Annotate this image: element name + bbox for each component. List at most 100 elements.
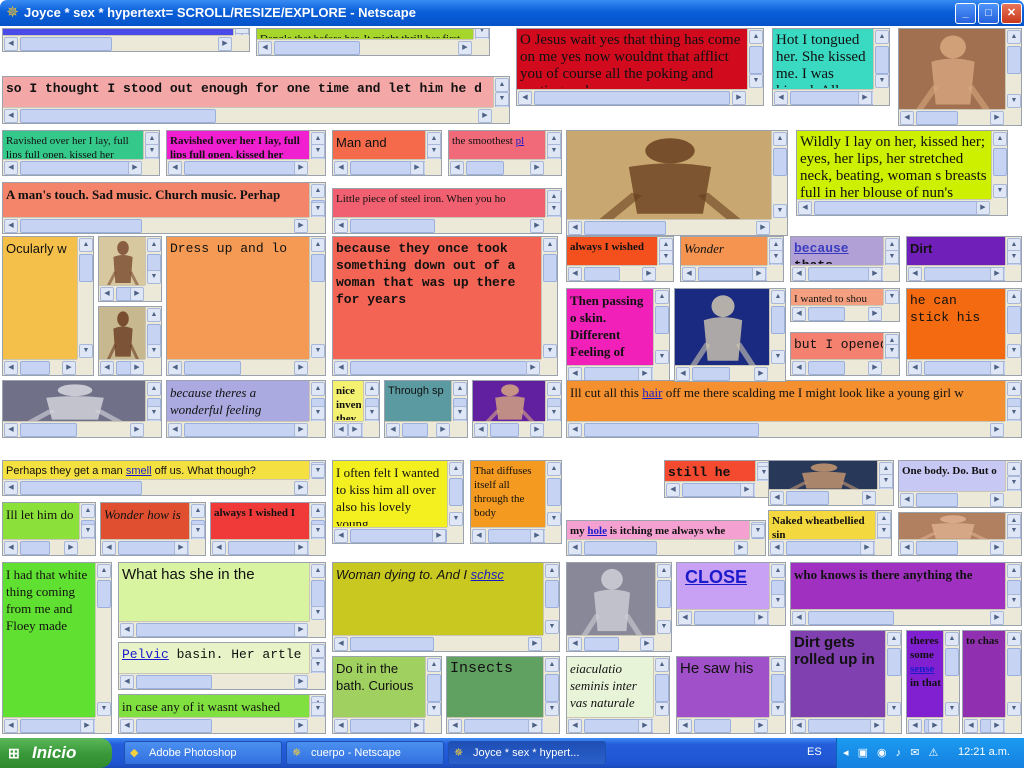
- frame-then-passing[interactable]: Then passing o skin. Different Feeling o…: [566, 288, 670, 382]
- scroll-right-arrow-icon[interactable]: ▶: [526, 361, 540, 375]
- vertical-scrollbar[interactable]: ▲▼: [309, 131, 325, 175]
- scroll-down-arrow-icon[interactable]: ▼: [147, 344, 161, 358]
- scroll-up-arrow-icon[interactable]: ▲: [449, 462, 463, 476]
- scroll-up-arrow-icon[interactable]: ▲: [887, 632, 901, 646]
- frame-steel-iron[interactable]: Little piece of steel iron. When you ho ▲…: [332, 188, 562, 234]
- horizontal-scrollbar[interactable]: ◀ ▶: [791, 305, 883, 321]
- scroll-down-arrow-icon[interactable]: ▼: [365, 406, 379, 420]
- scroll-left-arrow-icon[interactable]: ◀: [212, 541, 226, 555]
- scroll-down-arrow-icon[interactable]: ▼: [657, 620, 671, 634]
- scroll-left-arrow-icon[interactable]: ◀: [168, 161, 182, 175]
- horizontal-scrollbar[interactable]: ◀ ▶: [907, 359, 1008, 375]
- vertical-scrollbar[interactable]: ▲▼: [545, 189, 561, 233]
- scroll-left-arrow-icon[interactable]: ◀: [900, 493, 914, 507]
- scroll-down-arrow-icon[interactable]: ▼: [235, 29, 249, 34]
- scroll-thumb[interactable]: [545, 674, 559, 702]
- scroll-right-arrow-icon[interactable]: ▶: [80, 719, 94, 733]
- scroll-right-arrow-icon[interactable]: ▶: [638, 367, 652, 381]
- horizontal-scrollbar[interactable]: ◀ ▶: [101, 539, 193, 555]
- scroll-right-arrow-icon[interactable]: ▶: [294, 219, 308, 233]
- frame-ill-let-him[interactable]: Ill let him do ▲ ▼ ◀ ▶: [2, 502, 96, 556]
- scroll-left-arrow-icon[interactable]: ◀: [334, 219, 348, 233]
- frame-hair-off[interactable]: Ill cut all this hair off me there scald…: [566, 380, 1022, 438]
- vertical-scrollbar[interactable]: ▲▼: [943, 631, 959, 717]
- horizontal-scrollbar[interactable]: ◀ ▶: [677, 609, 773, 625]
- vertical-scrollbar[interactable]: ▲▼: [877, 461, 893, 505]
- horizontal-scrollbar[interactable]: ◀ ▶: [907, 717, 955, 733]
- frame-grey-torso[interactable]: ▲ ▼ ◀ ▶: [566, 562, 672, 652]
- scroll-right-arrow-icon[interactable]: ▶: [294, 623, 308, 637]
- scroll-down-arrow-icon[interactable]: ▼: [771, 702, 785, 716]
- scroll-right-arrow-icon[interactable]: ▶: [294, 423, 308, 437]
- vertical-scrollbar[interactable]: ▲▼: [189, 503, 205, 548]
- horizontal-scrollbar[interactable]: ◀ ▶: [449, 159, 545, 175]
- scroll-down-arrow-icon[interactable]: ▼: [749, 74, 763, 88]
- vertical-scrollbar[interactable]: ▲▼: [1005, 513, 1021, 555]
- vertical-scrollbar[interactable]: ▲▼: [309, 237, 325, 359]
- scroll-down-arrow-icon[interactable]: ▼: [97, 702, 111, 716]
- scroll-up-arrow-icon[interactable]: ▲: [1007, 290, 1021, 304]
- scroll-right-arrow-icon[interactable]: ▶: [870, 719, 884, 733]
- scroll-down-arrow-icon[interactable]: ▼: [311, 344, 325, 358]
- vertical-scrollbar[interactable]: ▲▼: [655, 563, 671, 635]
- horizontal-scrollbar[interactable]: ◀ ▶: [167, 159, 309, 175]
- scroll-thumb[interactable]: [490, 423, 519, 437]
- scroll-right-arrow-icon[interactable]: ▶: [976, 201, 990, 215]
- frame-my-hole[interactable]: my hole is itching me always whe▲▼◀▶: [566, 520, 766, 556]
- scroll-left-arrow-icon[interactable]: ◀: [4, 423, 18, 437]
- tray-icons[interactable]: ◂ ▣ ◉ ♪ ✉ ⚠: [843, 746, 941, 759]
- vertical-scrollbar[interactable]: ▲▼: [145, 307, 161, 359]
- scroll-thumb[interactable]: [79, 254, 93, 282]
- scroll-left-arrow-icon[interactable]: ◀: [334, 361, 348, 375]
- frame-dangle[interactable]: Dangle that before her. It might thrill …: [256, 28, 490, 56]
- vertical-scrollbar[interactable]: ▲▼: [95, 563, 111, 717]
- scroll-left-arrow-icon[interactable]: ◀: [682, 267, 696, 281]
- frame-always-wished-1[interactable]: always I wished ▲ ▼ ◀ ▶: [566, 236, 674, 282]
- task-photoshop[interactable]: ◆ Adobe Photoshop: [124, 741, 282, 765]
- scroll-thumb[interactable]: [993, 148, 1007, 176]
- scroll-thumb[interactable]: [20, 361, 50, 375]
- scroll-thumb[interactable]: [584, 423, 760, 437]
- scroll-up-arrow-icon[interactable]: ▲: [365, 382, 379, 396]
- horizontal-scrollbar[interactable]: ◀ ▶: [385, 421, 451, 437]
- frame-stood-out[interactable]: so I thought I stood out enough for one …: [2, 76, 510, 124]
- vertical-scrollbar[interactable]: ▲▼: [1005, 563, 1021, 609]
- scroll-thumb[interactable]: [402, 423, 429, 437]
- scroll-down-arrow-icon[interactable]: ▼: [545, 620, 559, 634]
- scroll-up-arrow-icon[interactable]: ▲: [655, 658, 669, 672]
- scroll-thumb[interactable]: [584, 267, 620, 281]
- scroll-up-arrow-icon[interactable]: ▲: [147, 238, 161, 252]
- scroll-down-arrow-icon[interactable]: ▼: [547, 406, 561, 420]
- scroll-down-arrow-icon[interactable]: ▼: [145, 144, 159, 158]
- scroll-left-arrow-icon[interactable]: ◀: [448, 719, 462, 733]
- scroll-left-arrow-icon[interactable]: ◀: [168, 361, 182, 375]
- scroll-down-arrow-icon[interactable]: ▼: [311, 702, 325, 716]
- scroll-down-arrow-icon[interactable]: ▼: [1007, 524, 1021, 538]
- scroll-down-arrow-icon[interactable]: ▼: [311, 202, 325, 216]
- vertical-scrollbar[interactable]: ▲▼: [309, 183, 325, 228]
- scroll-left-arrow-icon[interactable]: ◀: [334, 161, 348, 175]
- scroll-thumb[interactable]: [771, 674, 785, 702]
- vertical-scrollbar[interactable]: ▲▼: [657, 237, 673, 281]
- horizontal-scrollbar[interactable]: ◀ ▶: [257, 39, 473, 55]
- horizontal-scrollbar[interactable]: ◀ ▶: [99, 359, 145, 375]
- horizontal-scrollbar[interactable]: ◀ ▶: [119, 673, 309, 689]
- scroll-up-arrow-icon[interactable]: ▲: [1007, 30, 1021, 44]
- frame-but-i-opened[interactable]: but I opened ▲ ▼ ◀ ▶: [790, 332, 900, 376]
- scroll-right-arrow-icon[interactable]: ▶: [862, 491, 876, 505]
- scroll-left-arrow-icon[interactable]: ◀: [676, 367, 690, 381]
- scroll-up-arrow-icon[interactable]: ▲: [547, 382, 561, 396]
- scroll-thumb[interactable]: [20, 161, 139, 175]
- scroll-up-arrow-icon[interactable]: ▲: [97, 564, 111, 578]
- scroll-down-arrow-icon[interactable]: ▼: [79, 344, 93, 358]
- frame-dress-up[interactable]: Dress up and lo ▲ ▼ ◀ ▶: [166, 236, 326, 376]
- scroll-right-arrow-icon[interactable]: ▶: [990, 541, 1004, 555]
- vertical-scrollbar[interactable]: ▲▼: [447, 461, 463, 527]
- scroll-thumb[interactable]: [547, 478, 561, 506]
- vertical-scrollbar[interactable]: ▲▼: [769, 563, 785, 609]
- vertical-scrollbar[interactable]: ▲▼: [425, 657, 441, 717]
- vertical-scrollbar[interactable]: ▲▼: [309, 695, 325, 733]
- frame-dirt-rolled[interactable]: Dirt gets rolled up in ▲ ▼ ◀ ▶: [790, 630, 902, 734]
- scroll-up-arrow-icon[interactable]: ▲: [81, 504, 95, 518]
- scroll-right-arrow-icon[interactable]: ▶: [530, 529, 544, 543]
